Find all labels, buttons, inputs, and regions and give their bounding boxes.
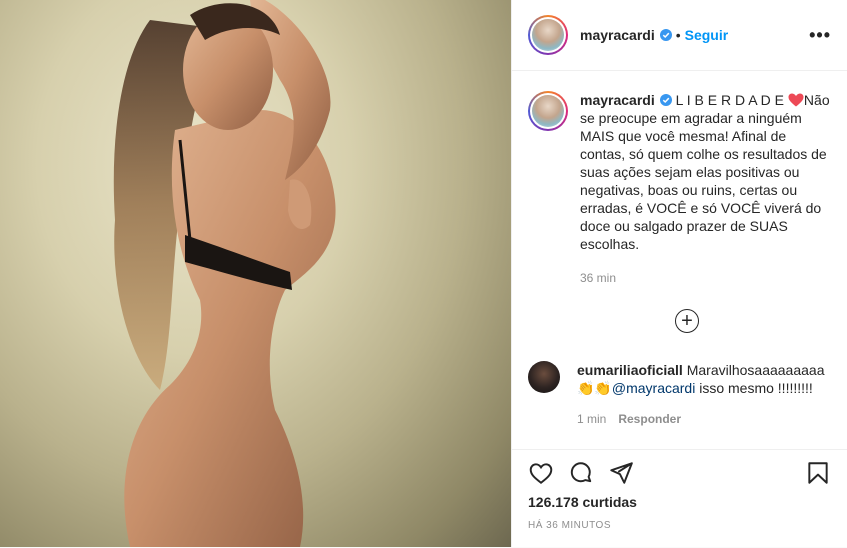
follow-button[interactable]: Seguir bbox=[685, 27, 729, 43]
comment-meta: 1 min Responder bbox=[577, 410, 838, 428]
share-paper-plane-icon[interactable] bbox=[608, 460, 634, 486]
comment-bubble-icon[interactable] bbox=[568, 460, 594, 486]
caption-title: L I B E R D A D E bbox=[671, 92, 788, 108]
post-photo[interactable] bbox=[0, 0, 511, 547]
comment-text-end: isso mesmo !!!!!!!!! bbox=[695, 380, 813, 396]
load-more-comments-button[interactable]: + bbox=[675, 309, 699, 333]
action-icons bbox=[512, 450, 847, 486]
commenter-username[interactable]: eumariliaoficiall bbox=[577, 362, 683, 378]
caption-text: Não se preocupe em agradar a ninguém MAI… bbox=[580, 92, 830, 252]
caption: mayracardi L I B E R D A D E Não se preo… bbox=[512, 71, 847, 287]
verified-badge-icon bbox=[659, 29, 672, 41]
post-actions: 126.178 curtidas HÁ 36 MINUTOS bbox=[512, 449, 847, 548]
commenter-avatar[interactable] bbox=[528, 361, 560, 393]
comment-text-start: Maravilhosaaaaaaaaa bbox=[682, 362, 825, 378]
author-avatar[interactable] bbox=[528, 15, 568, 55]
header-separator: • bbox=[675, 27, 681, 43]
more-options-icon[interactable]: ••• bbox=[809, 25, 831, 46]
comment-item: eumariliaoficiall Maravilhosaaaaaaaaa 👏👏… bbox=[528, 361, 838, 428]
photo-illustration bbox=[113, 0, 336, 547]
post-dialog: mayracardi • Seguir ••• mayracardi L I B… bbox=[0, 0, 847, 547]
caption-username[interactable]: mayracardi bbox=[580, 92, 655, 108]
posted-ago[interactable]: HÁ 36 MINUTOS bbox=[512, 510, 847, 531]
likes-count[interactable]: 126.178 curtidas bbox=[512, 486, 847, 510]
like-heart-icon[interactable] bbox=[528, 460, 554, 486]
comment-time[interactable]: 1 min bbox=[577, 410, 606, 428]
save-bookmark-icon[interactable] bbox=[805, 460, 831, 486]
caption-verified-badge-icon bbox=[659, 94, 672, 106]
reply-button[interactable]: Responder bbox=[618, 410, 681, 428]
caption-time[interactable]: 36 min bbox=[580, 269, 831, 287]
post-header: mayracardi • Seguir ••• bbox=[512, 0, 847, 71]
comments-area[interactable]: mayracardi L I B E R D A D E Não se preo… bbox=[512, 71, 847, 449]
comment-mention-link[interactable]: @mayracardi bbox=[612, 380, 695, 396]
clapping-hands-emoji: 👏👏 bbox=[577, 380, 612, 396]
caption-avatar[interactable] bbox=[528, 91, 568, 131]
red-heart-icon bbox=[788, 93, 804, 107]
post-sidebar: mayracardi • Seguir ••• mayracardi L I B… bbox=[511, 0, 847, 547]
comment-body: eumariliaoficiall Maravilhosaaaaaaaaa 👏👏… bbox=[577, 361, 838, 428]
author-username[interactable]: mayracardi bbox=[580, 27, 655, 43]
caption-body: mayracardi L I B E R D A D E Não se preo… bbox=[580, 91, 831, 287]
